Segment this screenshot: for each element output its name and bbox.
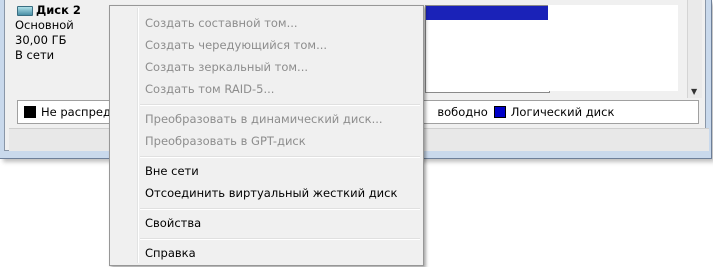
menu-item-create-striped-volume[interactable]: Создать чередующийся том... (145, 34, 327, 56)
context-menu: Создать составной том... Создать чередую… (109, 5, 424, 266)
disk-title: Диск 2 (15, 3, 103, 18)
menu-separator (140, 208, 420, 210)
menu-item-create-mirrored-volume[interactable]: Создать зеркальный том... (145, 56, 308, 78)
menu-item-convert-to-dynamic[interactable]: Преобразовать в динамический диск... (145, 108, 383, 130)
menu-item-offline[interactable]: Вне сети (145, 160, 199, 182)
menu-item-create-raid5-volume[interactable]: Создать том RAID-5... (145, 78, 274, 100)
legend-item-logical: Логический диск (488, 105, 615, 119)
disk-size: 30,00 ГБ (15, 33, 67, 47)
menu-item-convert-to-gpt[interactable]: Преобразовать в GPT-диск (145, 130, 306, 152)
disk-type: Основной (15, 18, 74, 32)
partition-block[interactable] (425, 5, 550, 93)
vertical-scrollbar[interactable]: ▼ (687, 0, 702, 98)
menu-separator (140, 156, 420, 158)
menu-item-create-spanned-volume[interactable]: Создать составной том... (145, 12, 298, 34)
legend-swatch-black (24, 106, 36, 118)
legend-label: вободно (437, 105, 488, 119)
menu-item-detach-vhd[interactable]: Отсоединить виртуальный жесткий диск (145, 182, 397, 204)
disk-info[interactable]: Диск 2 Основной 30,00 ГБ В сети (15, 3, 103, 93)
partition-area[interactable] (548, 5, 678, 91)
disk-name: Диск 2 (36, 3, 81, 17)
legend-label: Логический диск (510, 105, 615, 119)
partition-color-bar (426, 6, 549, 20)
hard-disk-icon (17, 5, 33, 16)
menu-separator (140, 238, 420, 240)
legend-swatch-blue (493, 106, 506, 118)
scroll-down-arrow-icon[interactable]: ▼ (691, 87, 697, 96)
menu-item-properties[interactable]: Свойства (145, 212, 201, 234)
disk-status: В сети (15, 48, 55, 62)
legend-item-free: вободно (437, 105, 487, 119)
menu-separator (140, 104, 420, 106)
menu-item-help[interactable]: Справка (145, 242, 196, 264)
